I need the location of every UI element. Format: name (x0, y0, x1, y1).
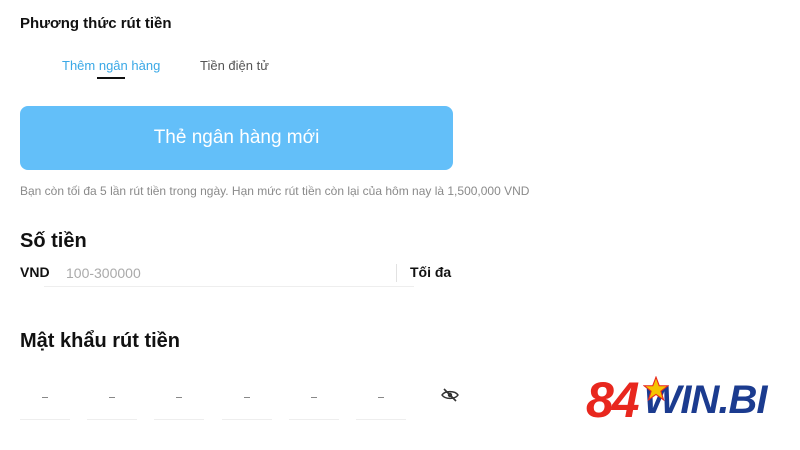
divider (396, 264, 397, 282)
amount-underline (44, 286, 414, 287)
new-bank-card-button[interactable]: Thẻ ngân hàng mới (20, 106, 453, 170)
tab-crypto[interactable]: Tiền điện tử (200, 58, 269, 73)
pin-placeholder-dash (109, 397, 115, 398)
pin-digit-3[interactable] (154, 376, 204, 420)
amount-input[interactable] (66, 262, 412, 284)
eye-off-icon[interactable] (441, 388, 459, 402)
password-title: Mật khẩu rút tiền (20, 330, 181, 352)
pin-digit-6[interactable] (356, 376, 406, 420)
pin-digit-2[interactable] (87, 376, 137, 420)
brand-logo: 84 WIN.BI (586, 372, 767, 428)
pin-placeholder-dash (176, 397, 182, 398)
currency-label: VND (20, 264, 50, 280)
amount-title: Số tiền (20, 230, 87, 252)
pin-placeholder-dash (378, 397, 384, 398)
pin-digit-5[interactable] (289, 376, 339, 420)
active-tab-indicator (97, 77, 125, 79)
withdraw-limit-note: Bạn còn tối đa 5 lần rút tiền trong ngày… (20, 184, 530, 198)
star-icon (643, 376, 669, 402)
pin-placeholder-dash (244, 397, 250, 398)
pin-placeholder-dash (311, 397, 317, 398)
amount-row: VND Tối đa (20, 262, 460, 288)
max-amount-button[interactable]: Tối đa (410, 264, 451, 280)
tab-add-bank[interactable]: Thêm ngân hàng (62, 58, 160, 73)
section-title: Phương thức rút tiền (20, 15, 172, 32)
pin-digit-1[interactable] (20, 376, 70, 420)
logo-number: 84 (586, 372, 640, 428)
pin-digit-4[interactable] (222, 376, 272, 420)
pin-placeholder-dash (42, 397, 48, 398)
